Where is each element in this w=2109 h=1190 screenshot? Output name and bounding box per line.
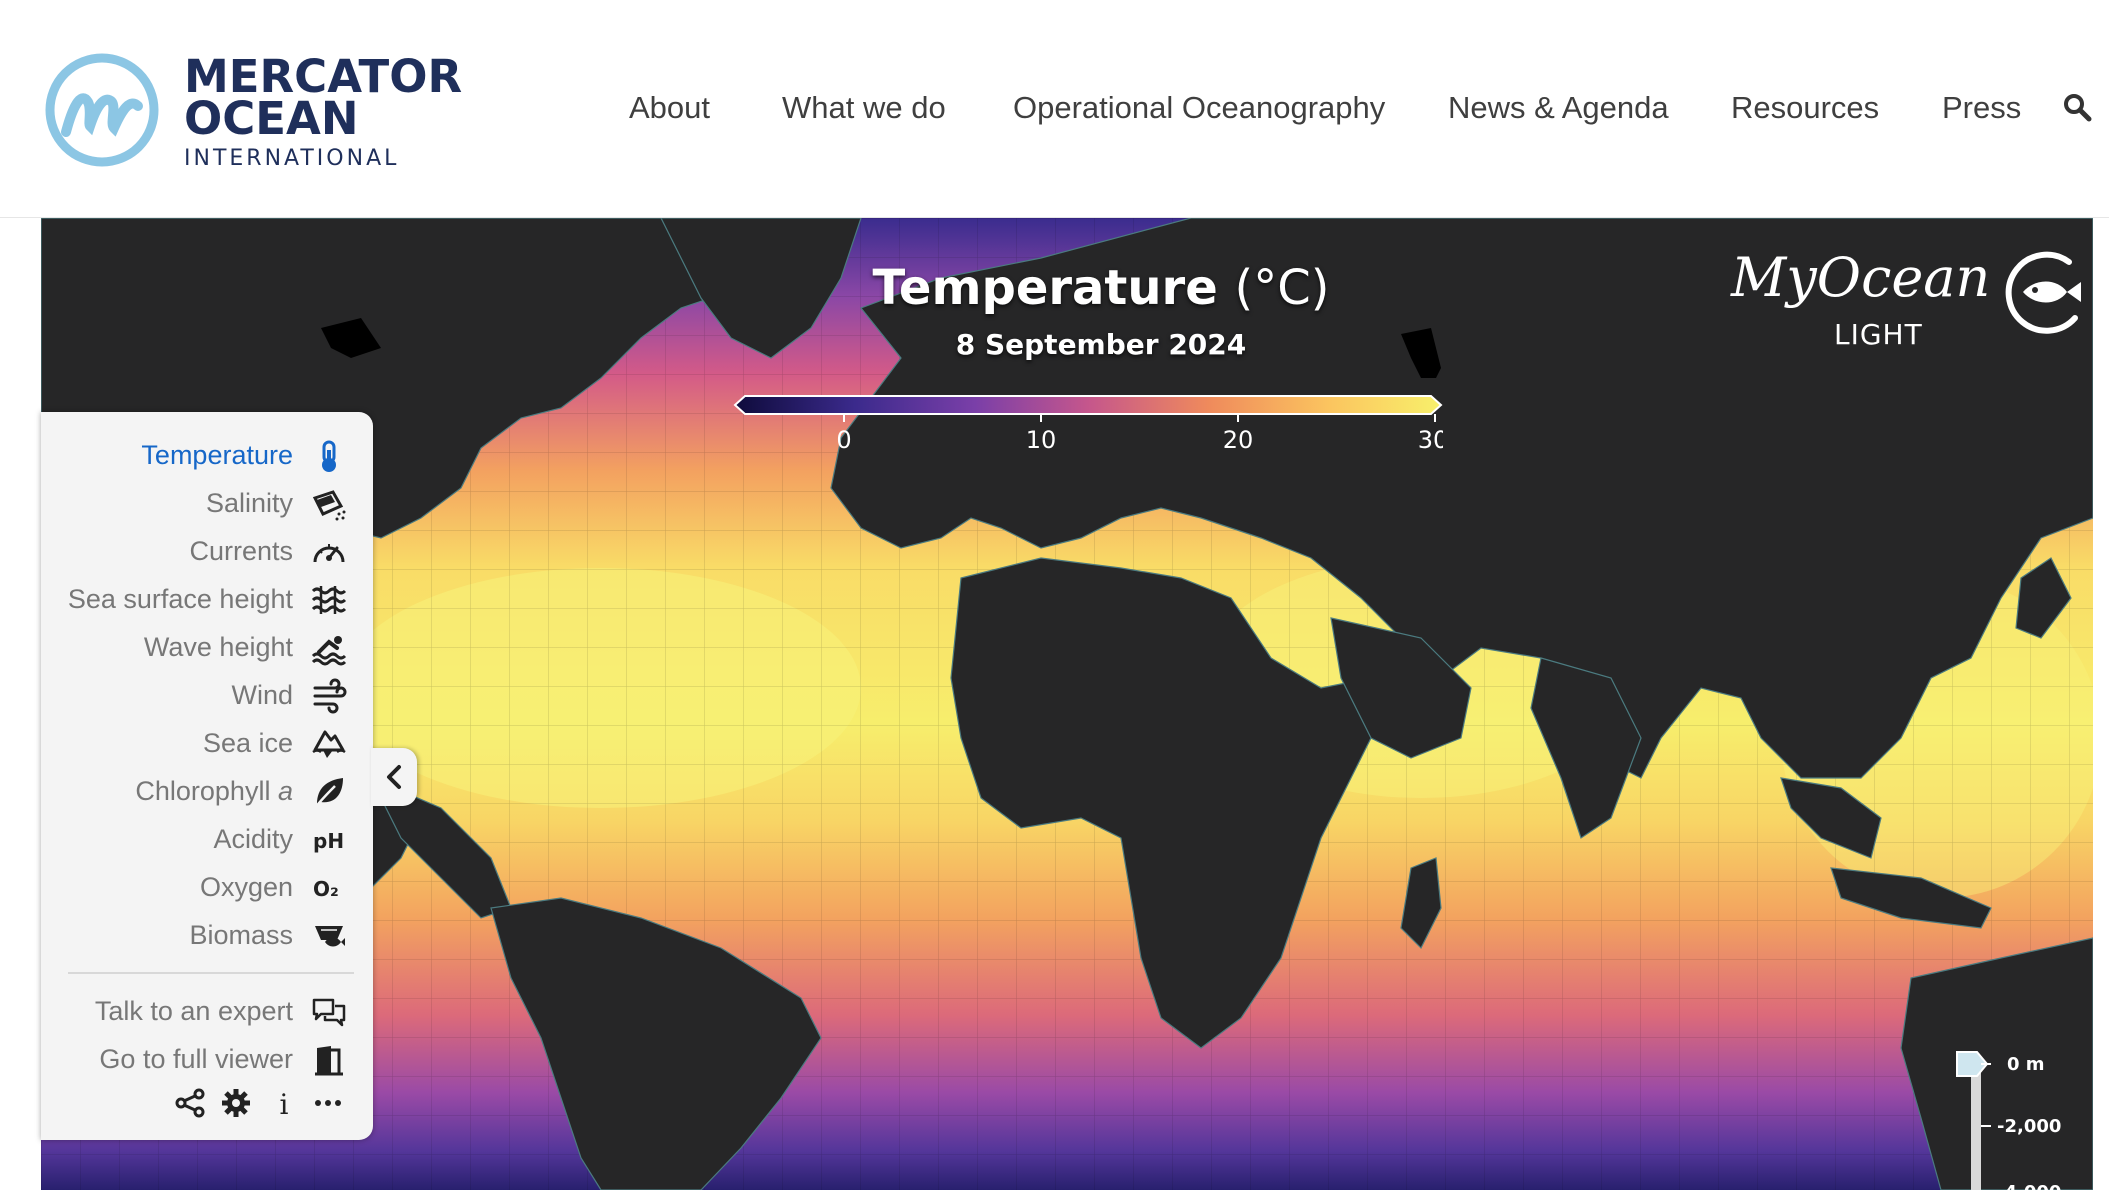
colorbar-gradient bbox=[733, 395, 1443, 415]
layer-sea-surface-height[interactable]: Sea surface height bbox=[41, 578, 373, 622]
brand-name: MyOcean bbox=[1731, 246, 1991, 309]
depth-label-2000: -2,000 bbox=[1997, 1116, 2061, 1137]
colorbar-label-20: 20 bbox=[1223, 426, 1254, 454]
map-title-unit: (°C) bbox=[1234, 260, 1330, 316]
layer-wind[interactable]: Wind bbox=[41, 674, 373, 718]
layer-acidity[interactable]: Acidity pH bbox=[41, 818, 373, 862]
layer-label: Temperature bbox=[141, 440, 293, 470]
main-nav: About What we do Operational Oceanograph… bbox=[0, 90, 2109, 130]
site-header: MERCATOR OCEAN INTERNATIONAL About What … bbox=[0, 0, 2109, 218]
layer-chlorophyll[interactable]: Chlorophyll a bbox=[41, 770, 373, 814]
layer-label: Wind bbox=[231, 680, 293, 710]
colorbar-label-0: 0 bbox=[836, 426, 851, 454]
layer-temperature[interactable]: Temperature bbox=[41, 434, 373, 478]
extra-label: Talk to an expert bbox=[94, 996, 293, 1026]
nav-resources[interactable]: Resources bbox=[1731, 90, 1879, 126]
extra-label: Go to full viewer bbox=[99, 1044, 293, 1074]
layer-label: Sea surface height bbox=[67, 584, 293, 614]
gear-icon[interactable] bbox=[219, 1086, 253, 1120]
salt-shaker-icon bbox=[312, 490, 346, 521]
info-icon[interactable]: i bbox=[267, 1086, 301, 1120]
leaf-icon bbox=[314, 778, 343, 809]
talk-to-expert-link[interactable]: Talk to an expert bbox=[41, 990, 373, 1034]
swimmer-wave-icon bbox=[311, 636, 347, 666]
depth-label-4000: -4,000 bbox=[1997, 1182, 2061, 1190]
layer-label: Acidity bbox=[213, 824, 293, 854]
nav-what-we-do[interactable]: What we do bbox=[782, 90, 946, 126]
layer-currents[interactable]: Currents bbox=[41, 530, 373, 574]
panel-separator bbox=[68, 972, 354, 974]
chevron-left-icon bbox=[387, 765, 401, 789]
map-date: 8 September 2024 bbox=[955, 328, 1247, 361]
layer-label: Wave height bbox=[143, 632, 293, 662]
ph-icon: pH bbox=[313, 829, 344, 853]
collapse-panel-button[interactable] bbox=[371, 748, 417, 806]
info-icon-text: i bbox=[280, 1088, 289, 1120]
nav-operational-oceanography[interactable]: Operational Oceanography bbox=[1013, 90, 1385, 126]
layer-label: Biomass bbox=[189, 920, 293, 950]
layer-label-text: Chlorophyll bbox=[135, 776, 271, 806]
speedometer-icon bbox=[313, 544, 345, 563]
o2-icon: O₂ bbox=[313, 877, 339, 901]
go-to-full-viewer-link[interactable]: Go to full viewer bbox=[41, 1038, 373, 1082]
iceberg-icon bbox=[312, 730, 346, 758]
layer-label: Chlorophyll a bbox=[135, 776, 293, 807]
nav-press[interactable]: Press bbox=[1942, 90, 2021, 126]
layer-biomass[interactable]: Biomass bbox=[41, 914, 373, 958]
layer-panel: Temperature Salinity Currents Sea surfac… bbox=[41, 412, 373, 1140]
logo-word-international: INTERNATIONAL bbox=[184, 146, 400, 171]
o2-icon-text: O₂ bbox=[313, 877, 339, 901]
temperature-colorbar: 0 10 20 30 bbox=[733, 395, 1443, 454]
ph-icon-text: pH bbox=[313, 829, 344, 853]
sea-level-icon bbox=[311, 586, 347, 614]
brand-sub: LIGHT bbox=[1834, 318, 1923, 351]
layer-oxygen[interactable]: Oxygen O₂ bbox=[41, 866, 373, 910]
depth-label-0: 0 m bbox=[2007, 1054, 2045, 1075]
share-icon[interactable] bbox=[173, 1086, 207, 1120]
layer-wave-height[interactable]: Wave height bbox=[41, 626, 373, 670]
search-icon[interactable] bbox=[2062, 92, 2092, 122]
fish-net-icon bbox=[315, 926, 345, 947]
chat-bubbles-icon bbox=[312, 998, 346, 1027]
layer-salinity[interactable]: Salinity bbox=[41, 482, 373, 526]
wind-icon bbox=[313, 678, 347, 714]
more-icon[interactable] bbox=[311, 1086, 345, 1120]
layer-sea-ice[interactable]: Sea ice bbox=[41, 722, 373, 766]
layer-label: Salinity bbox=[205, 488, 293, 518]
depth-slider[interactable]: 0 m -2,000 -4,000 bbox=[1937, 1048, 2093, 1190]
nav-news-agenda[interactable]: News & Agenda bbox=[1448, 90, 1669, 126]
colorbar-label-30: 30 bbox=[1418, 426, 1443, 454]
layer-label-italic: a bbox=[277, 776, 293, 806]
fish-logo-icon bbox=[2005, 251, 2081, 334]
nav-about[interactable]: About bbox=[629, 90, 710, 126]
depth-track bbox=[1971, 1062, 1981, 1190]
layer-label: Sea ice bbox=[202, 728, 293, 758]
myocean-light-brand: MyOcean LIGHT bbox=[1731, 246, 2091, 356]
layer-label: Currents bbox=[189, 536, 293, 566]
colorbar-label-10: 10 bbox=[1026, 426, 1057, 454]
layer-label: Oxygen bbox=[199, 872, 293, 902]
map-title-text: Temperature bbox=[872, 260, 1218, 316]
door-exit-icon bbox=[315, 1046, 343, 1076]
map-title: Temperature (°C) bbox=[821, 260, 1381, 316]
thermometer-icon bbox=[322, 440, 336, 472]
